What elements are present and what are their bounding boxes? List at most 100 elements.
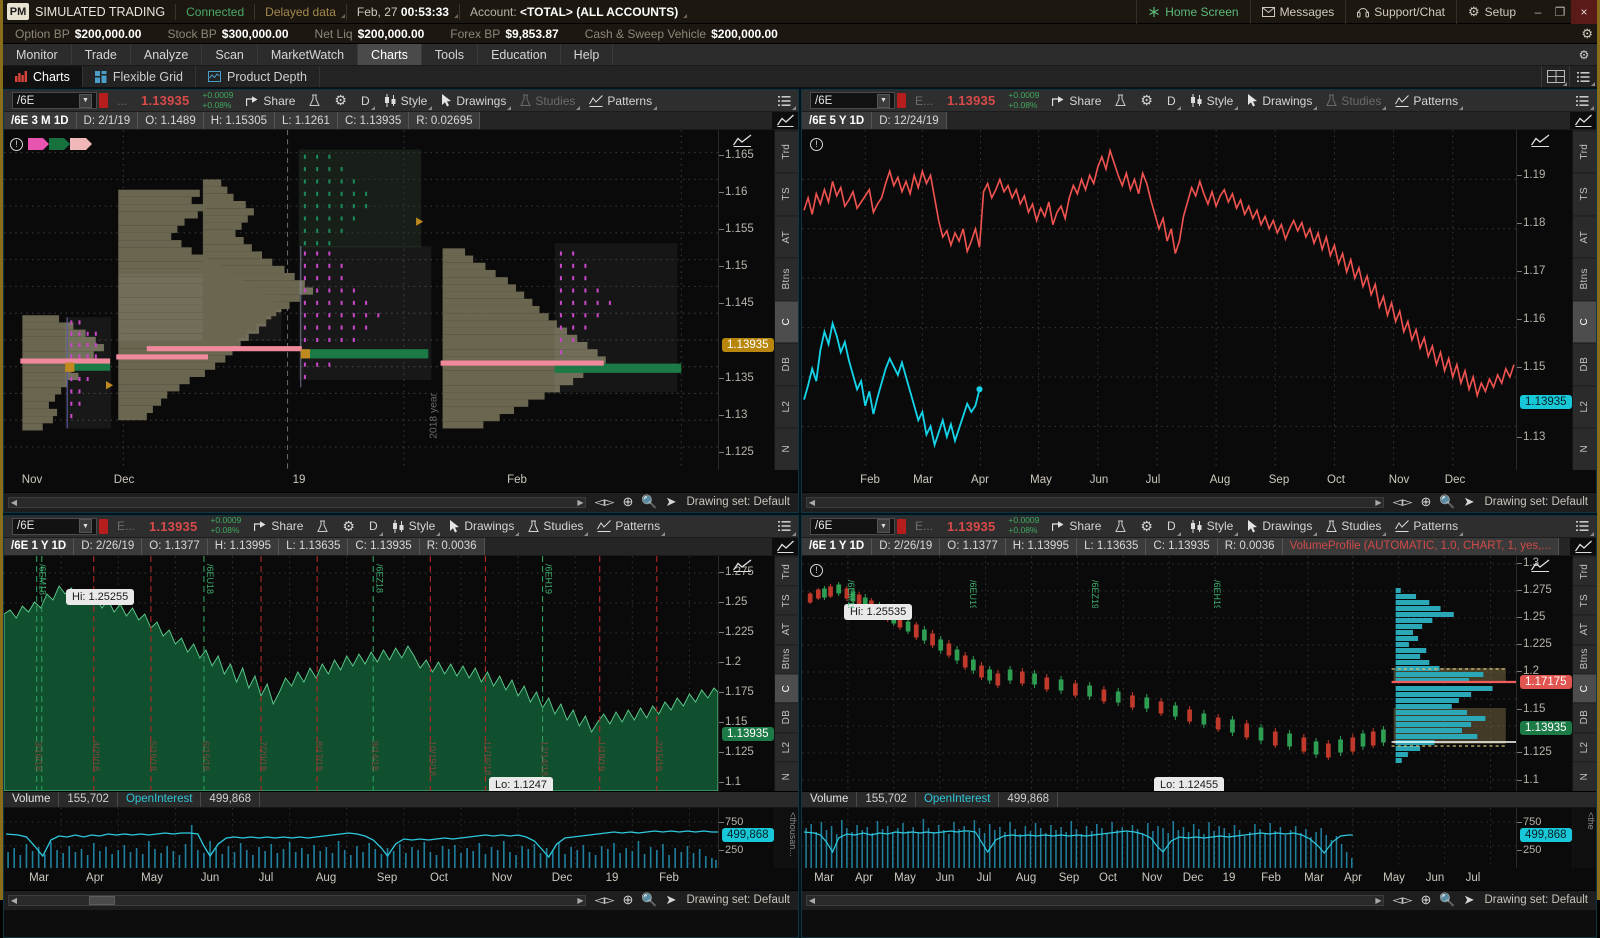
rail-tab-l2[interactable]: L2	[1573, 732, 1596, 761]
scroll-left-arrow[interactable]: ◀	[9, 498, 19, 507]
chart-body-1[interactable]: 2018 year	[4, 130, 798, 470]
chart-menu-icon-1[interactable]	[771, 90, 798, 111]
share-button-4[interactable]: Share	[1045, 516, 1108, 537]
plot-area-five-year[interactable]: !	[802, 130, 1516, 470]
grid-layout-icon[interactable]	[1541, 66, 1569, 87]
chart-menu-icon-4[interactable]	[1569, 516, 1596, 537]
openinterest-label-3[interactable]: OpenInterest	[118, 792, 201, 807]
rail-tab-trd[interactable]: Trd	[775, 130, 798, 172]
scroll-right-arrow[interactable]: ▶	[1373, 498, 1383, 507]
timeframe-button-3[interactable]: D	[362, 516, 385, 537]
rail-tab-l2[interactable]: L2	[1573, 385, 1596, 427]
symbol-ellipsis-4[interactable]: E...	[908, 516, 940, 537]
rail-tab-btns[interactable]: Btns	[1573, 257, 1596, 299]
rail-tab-trd[interactable]: Trd	[1573, 556, 1596, 585]
data-status[interactable]: Delayed data	[255, 5, 346, 19]
chart-menu-icon-3[interactable]	[771, 516, 798, 537]
studies-button-1[interactable]: Studies	[513, 90, 582, 111]
rail-tab-db[interactable]: DB	[1573, 342, 1596, 384]
menubar-gear-icon[interactable]: ⚙	[1571, 44, 1597, 65]
patterns-button-1[interactable]: Patterns	[582, 90, 659, 111]
rail-tab-db[interactable]: DB	[775, 702, 798, 731]
symbol-ellipsis-2[interactable]: E...	[908, 90, 940, 111]
axis-chart-icon-1[interactable]	[733, 134, 753, 147]
chevron-down-icon[interactable]: ▼	[79, 519, 92, 533]
home-screen-button[interactable]: Home Screen	[1136, 0, 1249, 24]
timeframe-button-4[interactable]: D	[1160, 516, 1183, 537]
volume-axis-4[interactable]: 750 499,868 250	[1516, 808, 1572, 868]
account-selector[interactable]: Account: <TOTAL> (ALL ACCOUNTS)	[460, 5, 688, 19]
style-button-3[interactable]: Style	[385, 516, 443, 537]
rail-tab-c[interactable]: C	[1573, 673, 1596, 702]
scroll-right-arrow[interactable]: ▶	[575, 498, 585, 507]
drawing-set-label-1[interactable]: Drawing set: Default	[680, 496, 798, 508]
volume-label-4[interactable]: Volume	[802, 792, 857, 807]
share-button-3[interactable]: Share	[247, 516, 310, 537]
studies-flask-button-4[interactable]	[1108, 516, 1133, 537]
style-button-4[interactable]: Style	[1183, 516, 1241, 537]
volume-axis-3[interactable]: 750 499,868 250	[718, 808, 774, 868]
chart-body-2[interactable]: ! 1.19 1.18 1.17 1.16 1.15 1.13935 1.13 …	[802, 130, 1596, 470]
symbol-ellipsis-1[interactable]: ...	[110, 90, 134, 111]
rail-tab-db[interactable]: DB	[775, 342, 798, 384]
crosshair-icon-3[interactable]: ⊕	[618, 892, 637, 908]
crosshair-icon-4[interactable]: ⊕	[1416, 892, 1435, 908]
rail-tab-ts[interactable]: TS	[1573, 585, 1596, 614]
rail-tab-at[interactable]: AT	[775, 614, 798, 643]
rail-tab-at[interactable]: AT	[1573, 614, 1596, 643]
chart-type-icon-2[interactable]	[1570, 112, 1596, 129]
chart-body-3[interactable]: /6EM18 /6EU18 /6EZ18 /6EH19 3/16/18 4/20…	[4, 556, 798, 791]
share-button-2[interactable]: Share	[1045, 90, 1108, 111]
settings-button-4[interactable]: ⚙	[1133, 516, 1160, 537]
subtab-flexible-grid[interactable]: Flexible Grid	[83, 66, 196, 87]
menu-scan[interactable]: Scan	[202, 44, 258, 65]
style-button-2[interactable]: Style	[1183, 90, 1241, 111]
cursor-icon-1[interactable]: ➤	[662, 494, 681, 510]
rail-tab-at[interactable]: AT	[1573, 215, 1596, 257]
zoom-in-icon-2[interactable]: 🔍	[1435, 494, 1459, 510]
studies-button-3[interactable]: Studies	[521, 516, 590, 537]
symbol-ellipsis-3[interactable]: E...	[110, 516, 142, 537]
rail-tab-l2[interactable]: L2	[775, 385, 798, 427]
openinterest-label-4[interactable]: OpenInterest	[916, 792, 999, 807]
pan-tool-icon-4[interactable]: ◅▻	[1388, 892, 1416, 908]
chart-type-icon-4[interactable]	[1570, 538, 1596, 555]
drawing-set-label-4[interactable]: Drawing set: Default	[1478, 894, 1596, 906]
price-axis-2[interactable]: 1.19 1.18 1.17 1.16 1.15 1.13935 1.13	[1516, 130, 1572, 470]
rail-tab-c[interactable]: C	[775, 673, 798, 702]
plot-area-one-year-area[interactable]: /6EM18 /6EU18 /6EZ18 /6EH19 3/16/18 4/20…	[4, 556, 718, 791]
option-bp-label[interactable]: Option BP	[3, 27, 75, 41]
drawings-button-3[interactable]: Drawings	[442, 516, 521, 537]
rail-tab-ts[interactable]: TS	[775, 585, 798, 614]
plot-area-volume-4[interactable]	[802, 808, 1516, 868]
drawings-button-4[interactable]: Drawings	[1240, 516, 1319, 537]
volume-body-3[interactable]: 750 499,868 250 <thousan...	[4, 808, 798, 868]
rail-tab-c[interactable]: C	[1573, 300, 1596, 342]
studies-button-4[interactable]: Studies	[1319, 516, 1388, 537]
rail-tab-at[interactable]: AT	[775, 215, 798, 257]
support-chat-button[interactable]: Support/Chat	[1345, 0, 1456, 24]
pan-tool-icon-3[interactable]: ◅▻	[590, 892, 618, 908]
plot-area-volume-3[interactable]	[4, 808, 718, 868]
rail-tab-db[interactable]: DB	[1573, 702, 1596, 731]
patterns-button-3[interactable]: Patterns	[590, 516, 667, 537]
rail-tab-btns[interactable]: Btns	[775, 644, 798, 673]
timeframe-button-2[interactable]: D	[1160, 90, 1183, 111]
rail-tab-n[interactable]: N	[775, 761, 798, 790]
price-axis-1[interactable]: 1.165 1.16 1.155 1.15 1.145 1.13935 1.13…	[718, 130, 774, 470]
symbol-input-1[interactable]: /6E ▼	[12, 92, 97, 109]
menu-trade[interactable]: Trade	[72, 44, 131, 65]
rail-tab-n[interactable]: N	[775, 427, 798, 469]
plot-area-one-year-candles[interactable]: ! Hi: 1.25535 Lo: 1.12455 /6EM19 /6EU19 …	[802, 556, 1516, 791]
volume-label-3[interactable]: Volume	[4, 792, 59, 807]
crosshair-icon-1[interactable]: ⊕	[618, 494, 637, 510]
chevron-down-icon[interactable]: ▼	[79, 94, 92, 108]
zoom-in-icon-4[interactable]: 🔍	[1435, 892, 1459, 908]
cursor-icon-4[interactable]: ➤	[1460, 892, 1479, 908]
menu-charts[interactable]: Charts	[358, 44, 422, 65]
chart-type-icon-1[interactable]	[772, 112, 798, 129]
net-liq-label[interactable]: Net Liq	[303, 27, 358, 41]
zoom-in-icon-1[interactable]: 🔍	[637, 494, 661, 510]
scroll-left-arrow[interactable]: ◀	[807, 498, 817, 507]
drawing-set-label-3[interactable]: Drawing set: Default	[680, 894, 798, 906]
